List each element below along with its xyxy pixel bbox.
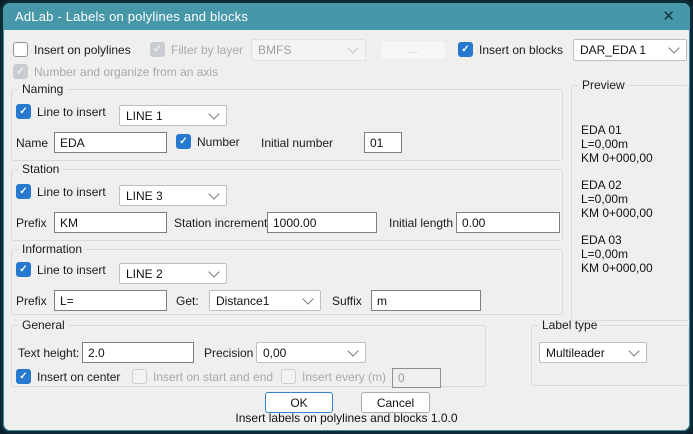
checkbox-box xyxy=(281,369,296,384)
filter-by-layer-checkbox: Filter by layer xyxy=(150,42,243,57)
window-title: AdLab - Labels on polylines and blocks xyxy=(15,9,248,24)
checkbox-box[interactable] xyxy=(16,184,31,199)
insert-every-input xyxy=(392,368,441,388)
ok-button[interactable]: OK xyxy=(265,392,333,413)
name-input[interactable] xyxy=(54,132,167,153)
chevron-down-icon xyxy=(208,188,219,199)
checkbox-box[interactable] xyxy=(176,134,191,149)
initial-number-input[interactable] xyxy=(364,132,402,153)
initial-length-input[interactable] xyxy=(456,212,560,233)
number-organize-axis-checkbox: Number and organize from an axis xyxy=(13,64,218,79)
group-title: General xyxy=(18,318,69,332)
insert-on-blocks-checkbox[interactable]: Insert on blocks xyxy=(458,42,563,57)
checkbox-box xyxy=(132,369,147,384)
chevron-down-icon xyxy=(347,42,358,53)
preview-block: EDA 01 L=0,00m KM 0+000,00 xyxy=(581,123,653,165)
suffix-input[interactable] xyxy=(371,290,481,311)
checkbox-box[interactable] xyxy=(16,369,31,384)
text-height-label: Text height: xyxy=(18,346,79,360)
chevron-down-icon xyxy=(208,108,219,119)
close-icon[interactable]: ✕ xyxy=(659,9,678,24)
information-line-to-insert-checkbox[interactable]: Line to insert xyxy=(16,262,106,277)
naming-line-select[interactable]: LINE 1 xyxy=(119,105,227,126)
name-label: Name xyxy=(16,136,48,150)
insert-on-center-checkbox[interactable]: Insert on center xyxy=(16,369,120,384)
preview-group: Preview EDA 01 L=0,00m KM 0+000,00 EDA 0… xyxy=(571,85,689,321)
label-type-select[interactable]: Multileader xyxy=(539,342,647,363)
initial-number-label: Initial number xyxy=(261,136,333,150)
station-group: Station Line to insert LINE 3 Prefix Sta… xyxy=(11,169,563,241)
adlab-dialog: AdLab - Labels on polylines and blocks ✕… xyxy=(0,0,693,434)
cancel-button[interactable]: Cancel xyxy=(361,392,430,413)
layer-select: BMFS xyxy=(251,39,366,61)
preview-block: EDA 02 L=0,00m KM 0+000,00 xyxy=(581,178,653,220)
information-prefix-label: Prefix xyxy=(16,294,47,308)
status-text: Insert labels on polylines and blocks 1.… xyxy=(3,411,690,425)
general-group: General Text height: Precision 0,00 Inse… xyxy=(11,325,486,387)
initial-length-label: Initial length xyxy=(389,216,453,230)
preview-block: EDA 03 L=0,00m KM 0+000,00 xyxy=(581,233,653,275)
checkbox-box[interactable] xyxy=(458,42,473,57)
block-select[interactable]: DAR_EDA 1 xyxy=(573,39,687,61)
group-title: Information xyxy=(18,242,86,256)
text-height-input[interactable] xyxy=(82,342,194,363)
checkbox-box[interactable] xyxy=(13,42,28,57)
label-type-group: Label type Multileader xyxy=(531,325,689,386)
chevron-down-icon xyxy=(302,293,313,304)
chevron-down-icon xyxy=(668,42,679,53)
preview-content: EDA 01 L=0,00m KM 0+000,00 EDA 02 L=0,00… xyxy=(581,123,653,288)
checkbox-box[interactable] xyxy=(16,104,31,119)
chevron-down-icon xyxy=(208,266,219,277)
station-line-select[interactable]: LINE 3 xyxy=(119,185,227,206)
title-bar: AdLab - Labels on polylines and blocks ✕ xyxy=(3,3,690,30)
number-checkbox[interactable]: Number xyxy=(176,134,240,149)
naming-line-to-insert-checkbox[interactable]: Line to insert xyxy=(16,104,106,119)
station-prefix-input[interactable] xyxy=(54,212,167,233)
get-label: Get: xyxy=(176,294,199,308)
information-prefix-input[interactable] xyxy=(54,290,167,311)
naming-group: Naming Line to insert LINE 1 Name Number… xyxy=(11,89,563,161)
group-title: Station xyxy=(18,162,63,176)
station-increment-input[interactable] xyxy=(267,212,377,233)
insert-start-end-checkbox: Insert on start and end xyxy=(132,369,273,384)
station-increment-label: Station increment xyxy=(174,216,267,230)
precision-select[interactable]: 0,00 xyxy=(256,342,366,363)
station-prefix-label: Prefix xyxy=(16,216,47,230)
information-line-select[interactable]: LINE 2 xyxy=(119,263,227,284)
chevron-down-icon xyxy=(628,345,639,356)
information-group: Information Line to insert LINE 2 Prefix… xyxy=(11,249,563,315)
insert-on-polylines-checkbox[interactable]: Insert on polylines xyxy=(13,42,131,57)
group-title: Preview xyxy=(578,78,629,92)
insert-every-checkbox: Insert every (m) xyxy=(281,369,386,384)
checkbox-box[interactable] xyxy=(16,262,31,277)
group-title: Naming xyxy=(18,82,67,96)
checkbox-box xyxy=(150,42,165,57)
get-select[interactable]: Distance1 xyxy=(209,290,321,311)
checkbox-box xyxy=(13,64,28,79)
precision-label: Precision xyxy=(204,346,253,360)
browse-layers-button: ... xyxy=(380,40,446,60)
suffix-label: Suffix xyxy=(332,294,362,308)
station-line-to-insert-checkbox[interactable]: Line to insert xyxy=(16,184,106,199)
chevron-down-icon xyxy=(347,345,358,356)
